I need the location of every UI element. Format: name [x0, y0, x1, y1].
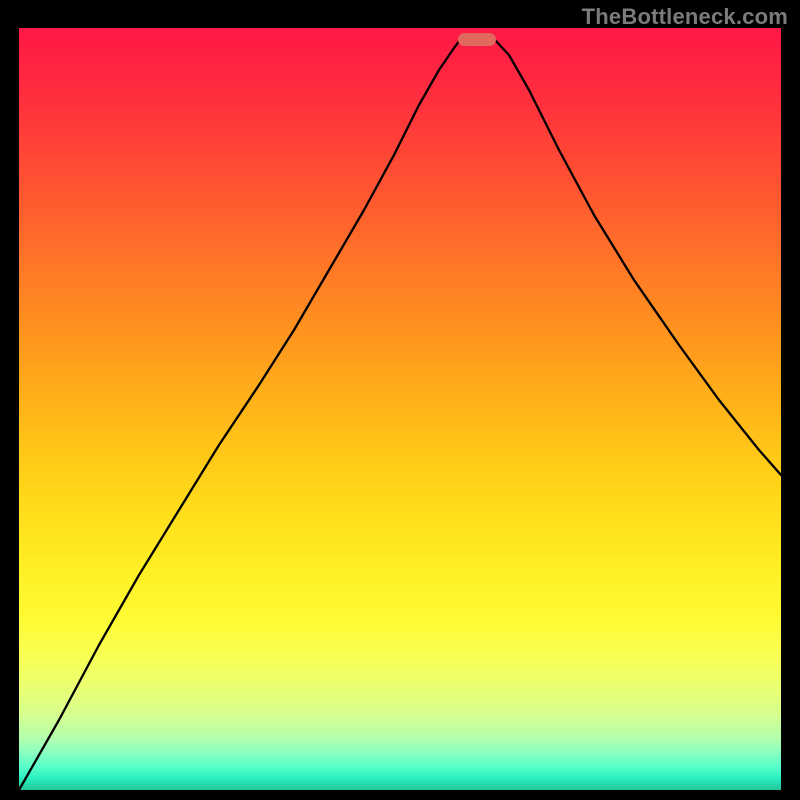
plot-area — [19, 28, 781, 790]
watermark-text: TheBottleneck.com — [582, 4, 788, 30]
optimum-marker — [458, 33, 496, 46]
chart-frame: TheBottleneck.com — [0, 0, 800, 800]
curve-svg — [19, 28, 781, 790]
left-branch-path — [19, 40, 460, 790]
right-branch-path — [495, 40, 781, 475]
